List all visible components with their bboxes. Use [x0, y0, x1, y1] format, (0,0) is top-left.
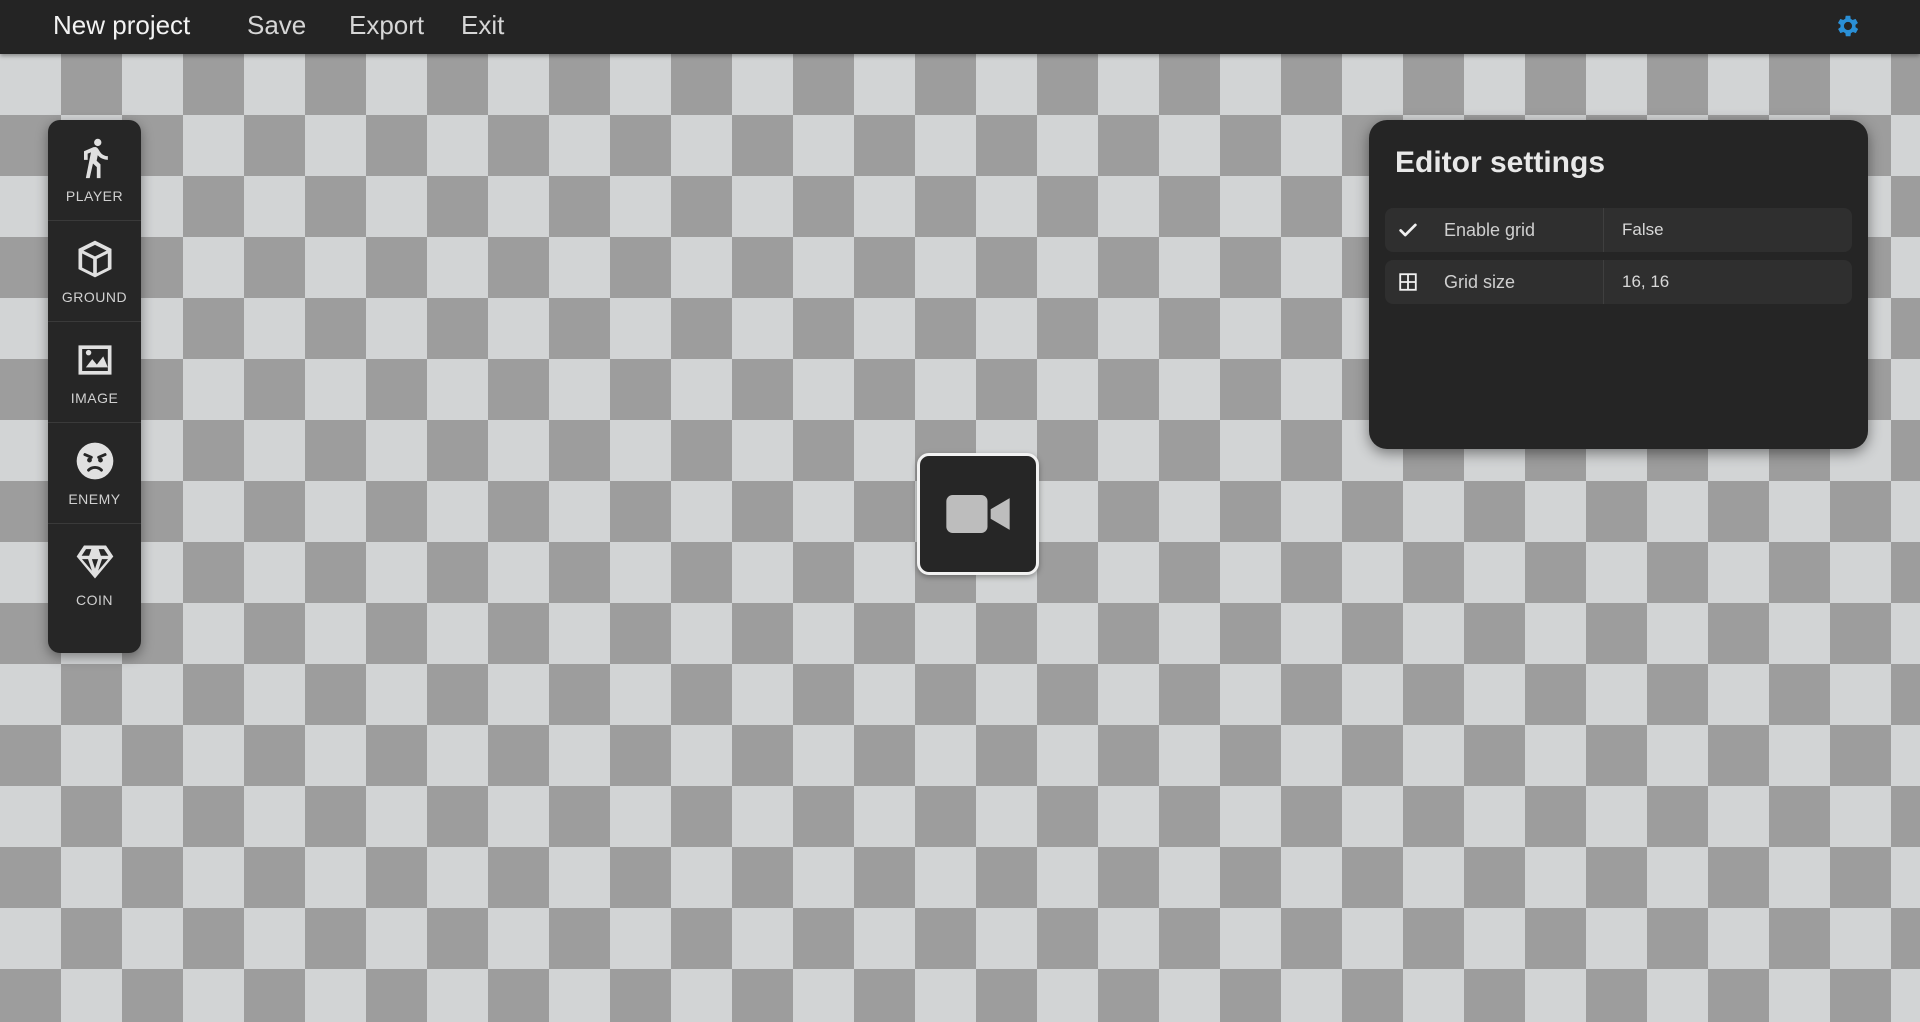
tool-coin[interactable]: COIN — [48, 524, 141, 624]
export-menu-item[interactable]: Export — [349, 10, 424, 41]
editor-settings-panel: Editor settings Enable grid False Grid s… — [1369, 120, 1868, 449]
tool-image[interactable]: IMAGE — [48, 322, 141, 423]
setting-value[interactable]: False — [1622, 220, 1664, 240]
save-menu-item[interactable]: Save — [247, 10, 306, 41]
panel-title: Editor settings — [1395, 146, 1606, 179]
tool-label: PLAYER — [65, 188, 124, 204]
tool-player[interactable]: PLAYER — [48, 120, 141, 221]
setting-name: Grid size — [1444, 272, 1516, 292]
grid-icon — [1399, 273, 1417, 291]
exit-menu-item[interactable]: Exit — [461, 10, 504, 41]
angry-face-icon — [76, 442, 113, 480]
setting-name: Enable grid — [1444, 220, 1536, 240]
video-camera-icon — [946, 495, 1010, 533]
setting-enable-grid[interactable]: Enable grid False — [1385, 208, 1852, 252]
walking-person-icon — [83, 138, 108, 179]
gear-icon[interactable] — [1834, 12, 1862, 40]
object-toolbar: PLAYER GROUND IMAGE ENEMY COIN — [48, 120, 141, 653]
checkmark-icon — [1399, 223, 1417, 237]
tool-label: COIN — [76, 592, 113, 608]
project-title: New project — [53, 10, 191, 40]
cube-icon — [78, 240, 111, 278]
tool-enemy[interactable]: ENEMY — [48, 423, 141, 524]
camera-object[interactable] — [917, 453, 1039, 575]
image-icon — [78, 345, 111, 375]
divider — [1603, 208, 1604, 252]
divider — [1603, 260, 1604, 304]
tool-label: ENEMY — [68, 491, 121, 507]
tool-label: IMAGE — [70, 390, 119, 406]
tool-label: GROUND — [61, 289, 128, 305]
setting-value[interactable]: 16, 16 — [1622, 272, 1669, 292]
setting-grid-size[interactable]: Grid size 16, 16 — [1385, 260, 1852, 304]
top-bar: New project Save Export Exit — [0, 0, 1920, 54]
tool-ground[interactable]: GROUND — [48, 221, 141, 322]
diamond-icon — [76, 545, 113, 579]
